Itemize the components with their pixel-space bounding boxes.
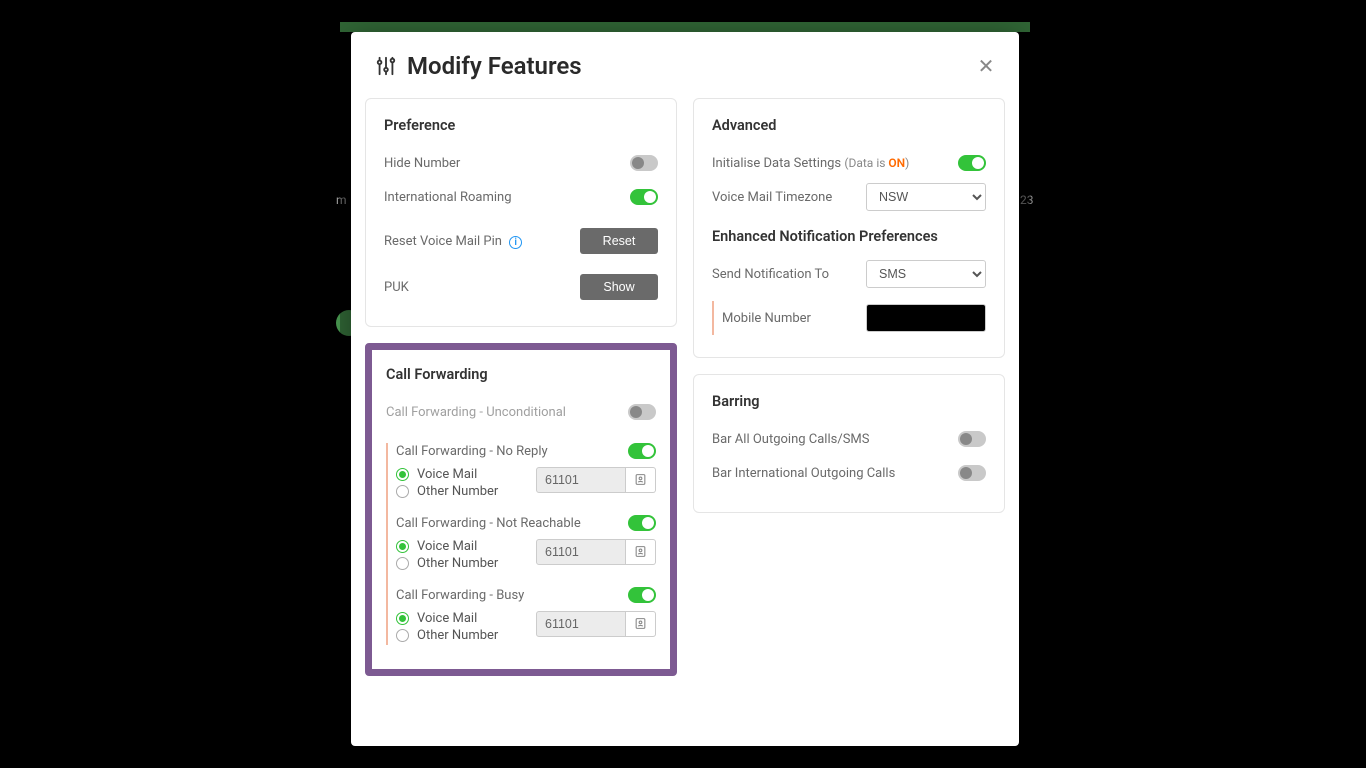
cf-section-title: Call Forwarding - Not Reachable [396,516,581,531]
sliders-icon [375,55,397,77]
init-data-note: (Data is ON) [844,156,909,170]
bar-all-toggle[interactable] [958,431,986,447]
cf-othernumber-option[interactable]: Other Number [396,556,526,571]
enp-heading: Enhanced Notification Preferences [712,228,986,245]
info-icon[interactable]: i [509,236,522,249]
cf-voicemail-label: Voice Mail [417,611,477,626]
cf-unconditional-toggle[interactable] [628,404,656,420]
radio-icon [396,612,409,625]
radio-icon [396,540,409,553]
close-button[interactable]: ✕ [977,57,995,75]
bar-all-label: Bar All Outgoing Calls/SMS [712,432,870,447]
modal-body: Preference Hide Number International Roa… [351,98,1019,696]
advanced-heading: Advanced [712,117,986,134]
mobile-number-label: Mobile Number [722,311,811,326]
radio-icon [396,485,409,498]
reset-button[interactable]: Reset [580,228,658,254]
cf-section: Call Forwarding - Not Reachable Voice Mai… [396,515,656,573]
call-forwarding-card: Call Forwarding Call Forwarding - Uncond… [365,343,677,676]
cf-voicemail-label: Voice Mail [417,467,477,482]
bar-intl-toggle[interactable] [958,465,986,481]
advanced-card: Advanced Initialise Data Settings (Data … [693,98,1005,358]
voicemail-tz-label: Voice Mail Timezone [712,190,832,205]
intl-roaming-toggle[interactable] [630,189,658,205]
cf-voicemail-label: Voice Mail [417,539,477,554]
radio-icon [396,557,409,570]
cf-section-title: Call Forwarding - Busy [396,588,524,603]
voicemail-tz-select[interactable]: NSW [866,183,986,211]
cf-othernumber-label: Other Number [417,628,498,643]
contacts-icon [634,615,647,634]
preference-card: Preference Hide Number International Roa… [365,98,677,327]
contacts-icon [634,543,647,562]
contacts-button[interactable] [626,467,656,493]
cf-voicemail-option[interactable]: Voice Mail [396,467,526,482]
cf-sections-group: Call Forwarding - No Reply Voice Mail Othe… [386,443,656,645]
call-forwarding-heading: Call Forwarding [386,366,656,383]
cf-section: Call Forwarding - Busy Voice Mail Other Nu… [396,587,656,645]
hide-number-toggle[interactable] [630,155,658,171]
radio-icon [396,629,409,642]
init-data-label: Initialise Data Settings (Data is ON) [712,156,909,171]
preference-heading: Preference [384,117,658,134]
contacts-button[interactable] [626,611,656,637]
cf-unconditional-label: Call Forwarding - Unconditional [386,405,566,420]
intl-roaming-label: International Roaming [384,190,512,205]
hide-number-label: Hide Number [384,156,460,171]
send-to-select[interactable]: SMS [866,260,986,288]
cf-section-toggle[interactable] [628,587,656,603]
cf-number-input[interactable] [536,539,626,565]
mobile-number-field[interactable] [866,304,986,332]
cf-section-toggle[interactable] [628,443,656,459]
barring-card: Barring Bar All Outgoing Calls/SMS Bar I… [693,374,1005,513]
cf-number-input[interactable] [536,611,626,637]
contacts-button[interactable] [626,539,656,565]
cf-othernumber-label: Other Number [417,556,498,571]
cf-section: Call Forwarding - No Reply Voice Mail Othe… [396,443,656,501]
cf-section-title: Call Forwarding - No Reply [396,444,548,459]
send-to-label: Send Notification To [712,267,829,282]
init-data-toggle[interactable] [958,155,986,171]
cf-number-input[interactable] [536,467,626,493]
barring-heading: Barring [712,393,986,410]
reset-voicemail-label: Reset Voice Mail Pin i [384,234,522,249]
modal-header: Modify Features ✕ [351,32,1019,98]
cf-othernumber-option[interactable]: Other Number [396,628,526,643]
contacts-icon [634,471,647,490]
cf-voicemail-option[interactable]: Voice Mail [396,611,526,626]
bar-intl-label: Bar International Outgoing Calls [712,466,895,481]
modify-features-modal: Modify Features ✕ Preference Hide Number… [351,32,1019,746]
radio-icon [396,468,409,481]
show-button[interactable]: Show [580,274,658,300]
left-column: Preference Hide Number International Roa… [365,98,677,676]
cf-othernumber-option[interactable]: Other Number [396,484,526,499]
cf-voicemail-option[interactable]: Voice Mail [396,539,526,554]
cf-section-toggle[interactable] [628,515,656,531]
puk-label: PUK [384,280,409,295]
right-column: Advanced Initialise Data Settings (Data … [693,98,1005,676]
modal-title: Modify Features [407,52,582,80]
cf-othernumber-label: Other Number [417,484,498,499]
